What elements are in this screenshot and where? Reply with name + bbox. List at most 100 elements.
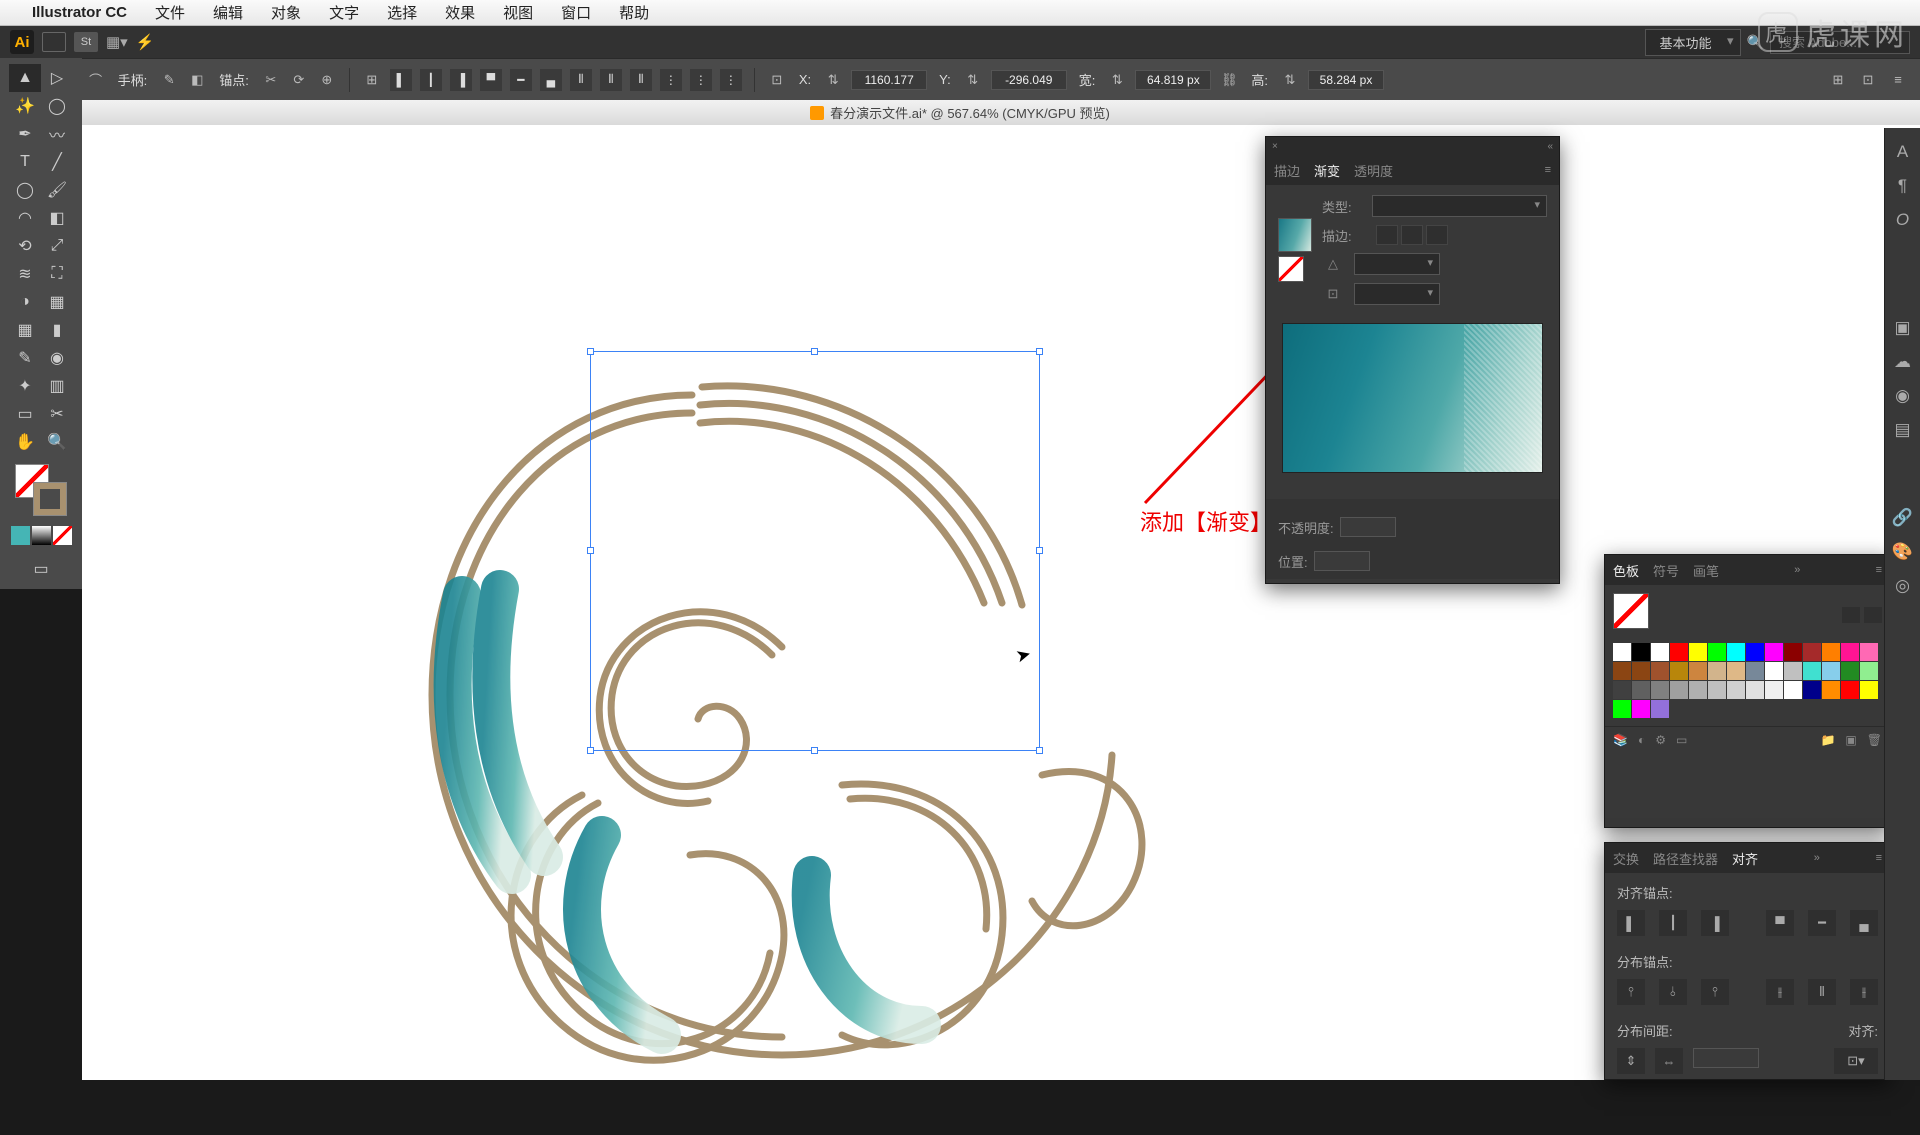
align-top-btn[interactable]: ▀	[1766, 910, 1794, 936]
app-name[interactable]: Illustrator CC	[32, 4, 141, 21]
swatch-color[interactable]	[1670, 681, 1688, 699]
shape-builder-icon[interactable]: ◑	[9, 288, 41, 316]
swatch-color[interactable]	[1765, 643, 1783, 661]
selection-bounding-box[interactable]	[590, 351, 1040, 751]
dist-h2-icon[interactable]: ⫴	[600, 69, 622, 91]
zoom-tool-icon[interactable]: 🔍	[41, 428, 73, 456]
tab-gradient[interactable]: 渐变	[1314, 161, 1340, 180]
swatch-color[interactable]	[1841, 662, 1859, 680]
type-tool-icon[interactable]: T	[9, 148, 41, 176]
menu-window[interactable]: 窗口	[547, 2, 605, 23]
handle-nw[interactable]	[587, 348, 594, 355]
swatch-folder-icon[interactable]: 📁	[1820, 733, 1835, 747]
free-transform-icon[interactable]: ⛶	[41, 260, 73, 288]
handle-icon-2[interactable]: ◧	[187, 70, 207, 90]
workspace-selector[interactable]: 基本功能	[1645, 29, 1741, 56]
gradient-none-swatch[interactable]	[1278, 256, 1304, 282]
dist-right-btn[interactable]: ⫲	[1850, 979, 1878, 1005]
swatch-view-grid-icon[interactable]	[1864, 607, 1882, 623]
handle-se[interactable]	[1036, 747, 1043, 754]
swatch-color[interactable]	[1727, 662, 1745, 680]
rotate-tool-icon[interactable]: ⟲	[9, 232, 41, 260]
dist-top-btn[interactable]: ⫯	[1617, 979, 1645, 1005]
swatch-color[interactable]	[1727, 643, 1745, 661]
link-wh-icon[interactable]: ⇅	[1107, 70, 1127, 90]
swatch-color[interactable]	[1784, 662, 1802, 680]
more-icon[interactable]: ≡	[1888, 70, 1908, 90]
align-hcenter-btn[interactable]: ┃	[1659, 910, 1687, 936]
swatch-color[interactable]	[1708, 662, 1726, 680]
bridge-icon[interactable]	[42, 32, 66, 52]
swatch-color[interactable]	[1803, 662, 1821, 680]
tab-stroke[interactable]: 描边	[1274, 161, 1300, 180]
dist-h1-icon[interactable]: ⫴	[570, 69, 592, 91]
space-h-btn[interactable]: ⇔	[1655, 1048, 1683, 1074]
swatch-options-icon[interactable]: ⚙	[1655, 733, 1666, 747]
align-ref-icon[interactable]: ⊞	[362, 70, 382, 90]
menu-type[interactable]: 文字	[315, 2, 373, 23]
swatch-color[interactable]	[1689, 662, 1707, 680]
location-input[interactable]	[1314, 551, 1370, 571]
arrange-docs-icon[interactable]: ▦▾	[106, 33, 128, 51]
swatch-color[interactable]	[1803, 643, 1821, 661]
screen-mode-icon[interactable]: ▭	[25, 555, 57, 583]
menu-effect[interactable]: 效果	[431, 2, 489, 23]
stroke-swatch[interactable]	[33, 482, 67, 516]
rect-tool-icon[interactable]: ◯	[9, 176, 41, 204]
panel-menu-icon[interactable]: ≡	[1545, 164, 1551, 176]
y-input[interactable]	[991, 70, 1067, 90]
tab-align[interactable]: 对齐	[1732, 849, 1758, 868]
align-menu-icon[interactable]: ≡	[1876, 852, 1882, 864]
artboard-tool-icon[interactable]: ▭	[9, 400, 41, 428]
panel-dock-icon[interactable]: «	[1547, 141, 1553, 152]
hand-tool-icon[interactable]: ✋	[9, 428, 41, 456]
swatch-color[interactable]	[1632, 681, 1650, 699]
anchor-remove-icon[interactable]: ✂	[261, 70, 281, 90]
swatches-menu-icon[interactable]: ≡	[1876, 564, 1882, 576]
align-to-select[interactable]: ⊡▾	[1834, 1048, 1878, 1074]
swatch-delete-icon[interactable]: 🗑	[1867, 733, 1882, 747]
dist-hcenter-btn[interactable]: ⫴	[1808, 979, 1836, 1005]
swatch-color[interactable]	[1613, 700, 1631, 718]
handle-s[interactable]	[811, 747, 818, 754]
para-panel-icon[interactable]: ¶	[1898, 176, 1907, 196]
scale-tool-icon[interactable]: ⤢	[41, 232, 73, 260]
graph-tool-icon[interactable]: ▥	[41, 372, 73, 400]
link-xy2-icon[interactable]: ⇅	[963, 70, 983, 90]
align-left-btn[interactable]: ▌	[1617, 910, 1645, 936]
aspect-input[interactable]	[1354, 283, 1440, 305]
swatch-color[interactable]	[1746, 643, 1764, 661]
swatch-color[interactable]	[1689, 681, 1707, 699]
convert-smooth-icon[interactable]: ⌒	[86, 70, 106, 90]
line-tool-icon[interactable]: ╱	[41, 148, 73, 176]
swatch-new-icon[interactable]: ▣	[1845, 733, 1856, 747]
color-panel-icon[interactable]: 🎨	[1892, 542, 1913, 562]
curvature-tool-icon[interactable]: 〰	[41, 120, 73, 148]
x-input[interactable]	[851, 70, 927, 90]
swatch-view-list-icon[interactable]	[1842, 607, 1860, 623]
swatch-color[interactable]	[1651, 681, 1669, 699]
perspective-icon[interactable]: ▦	[41, 288, 73, 316]
gradient-swatch[interactable]	[1278, 218, 1312, 252]
swatch-color[interactable]	[1651, 662, 1669, 680]
handle-ne[interactable]	[1036, 348, 1043, 355]
swatch-color[interactable]	[1860, 662, 1878, 680]
export-panel-icon[interactable]: ▣	[1894, 318, 1910, 338]
color-mode-color[interactable]	[11, 526, 30, 545]
handle-n[interactable]	[811, 348, 818, 355]
swatch-color[interactable]	[1632, 643, 1650, 661]
tab-transparency[interactable]: 透明度	[1354, 161, 1393, 180]
dist-vcenter-btn[interactable]: ⫰	[1659, 979, 1687, 1005]
swatch-color[interactable]	[1765, 662, 1783, 680]
swatch-color[interactable]	[1841, 681, 1859, 699]
menu-view[interactable]: 视图	[489, 2, 547, 23]
stroke-mode-2[interactable]	[1401, 225, 1423, 245]
swatch-color[interactable]	[1670, 643, 1688, 661]
swatch-color[interactable]	[1860, 681, 1878, 699]
swatch-color[interactable]	[1822, 662, 1840, 680]
align-vcenter-icon[interactable]: ━	[510, 69, 532, 91]
menu-file[interactable]: 文件	[141, 2, 199, 23]
swatch-color[interactable]	[1746, 681, 1764, 699]
color-mode-gradient[interactable]	[32, 526, 51, 545]
dist-bottom-btn[interactable]: ⫯	[1701, 979, 1729, 1005]
